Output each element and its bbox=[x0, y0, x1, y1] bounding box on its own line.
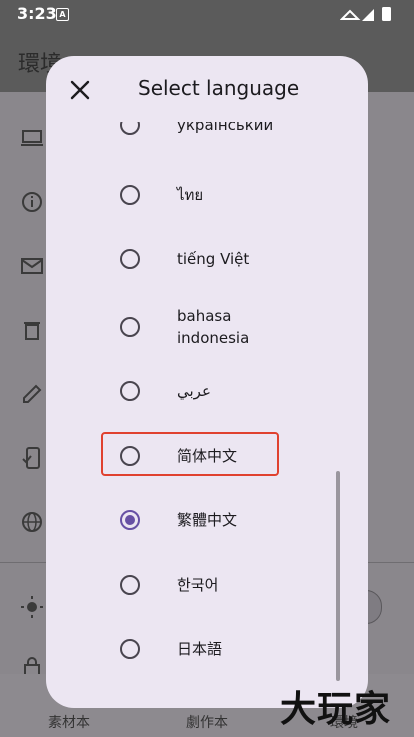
language-list[interactable]: українськии ไทย tiếng Việt bahasa indone… bbox=[46, 122, 368, 708]
laptop-icon bbox=[21, 130, 43, 146]
dialog-title: Select language bbox=[138, 76, 300, 100]
globe-icon bbox=[22, 512, 42, 532]
status-bar: 3:23 A bbox=[0, 0, 414, 28]
language-label: ไทย bbox=[177, 186, 204, 204]
language-label: bahasa indonesia bbox=[177, 307, 250, 347]
language-option-japanese[interactable]: 日本語 bbox=[46, 623, 336, 675]
nav-item-scripts[interactable]: 劇作本 bbox=[186, 712, 228, 732]
dialog-header: Select language bbox=[46, 56, 368, 122]
language-option-vietnamese[interactable]: tiếng Việt bbox=[46, 233, 336, 285]
status-time: 3:23 bbox=[17, 4, 57, 23]
radio-japanese[interactable] bbox=[120, 639, 140, 659]
pencil-icon bbox=[23, 384, 42, 403]
watermark: 大玩家 bbox=[280, 689, 392, 730]
language-label: عربي bbox=[177, 382, 211, 400]
radio-ukrainian[interactable] bbox=[120, 122, 140, 135]
language-label: українськии bbox=[177, 122, 274, 134]
phone-check-icon bbox=[22, 447, 40, 469]
language-label: 简体中文 bbox=[177, 447, 238, 465]
close-button[interactable] bbox=[64, 74, 96, 106]
language-option-thai[interactable]: ไทย bbox=[46, 169, 336, 221]
mail-icon bbox=[21, 258, 43, 274]
language-label: 日本語 bbox=[177, 640, 223, 658]
language-option-simplified-chinese[interactable]: 简体中文 bbox=[46, 430, 336, 482]
radio-traditional-chinese[interactable] bbox=[120, 510, 140, 530]
nav-item-materials[interactable]: 素材本 bbox=[48, 712, 90, 732]
scrollbar[interactable] bbox=[336, 471, 340, 681]
radio-thai[interactable] bbox=[120, 185, 140, 205]
screen: 3:23 A 環境 素材本 劇作本 環境 Select language укр… bbox=[0, 0, 414, 737]
info-icon bbox=[22, 192, 42, 212]
radio-arabic[interactable] bbox=[120, 381, 140, 401]
language-option-ukrainian[interactable]: українськии bbox=[46, 122, 336, 145]
brightness-icon bbox=[21, 596, 43, 618]
trash-icon bbox=[24, 322, 40, 340]
language-option-traditional-chinese[interactable]: 繁體中文 bbox=[46, 494, 336, 546]
language-label: tiếng Việt bbox=[177, 250, 250, 268]
radio-indonesian[interactable] bbox=[120, 317, 140, 337]
system-icons bbox=[340, 7, 391, 21]
language-option-indonesian[interactable]: bahasa indonesia bbox=[46, 297, 336, 357]
radio-korean[interactable] bbox=[120, 575, 140, 595]
radio-simplified-chinese[interactable] bbox=[120, 446, 140, 466]
close-icon bbox=[70, 80, 90, 100]
language-label: 繁體中文 bbox=[177, 511, 238, 529]
notification-icon: A bbox=[56, 8, 69, 21]
language-label: 한국어 bbox=[177, 576, 219, 594]
language-dialog: Select language українськии ไทย tiếng Vi… bbox=[46, 56, 368, 708]
language-option-arabic[interactable]: عربي bbox=[46, 365, 336, 417]
radio-vietnamese[interactable] bbox=[120, 249, 140, 269]
language-option-korean[interactable]: 한국어 bbox=[46, 559, 336, 611]
